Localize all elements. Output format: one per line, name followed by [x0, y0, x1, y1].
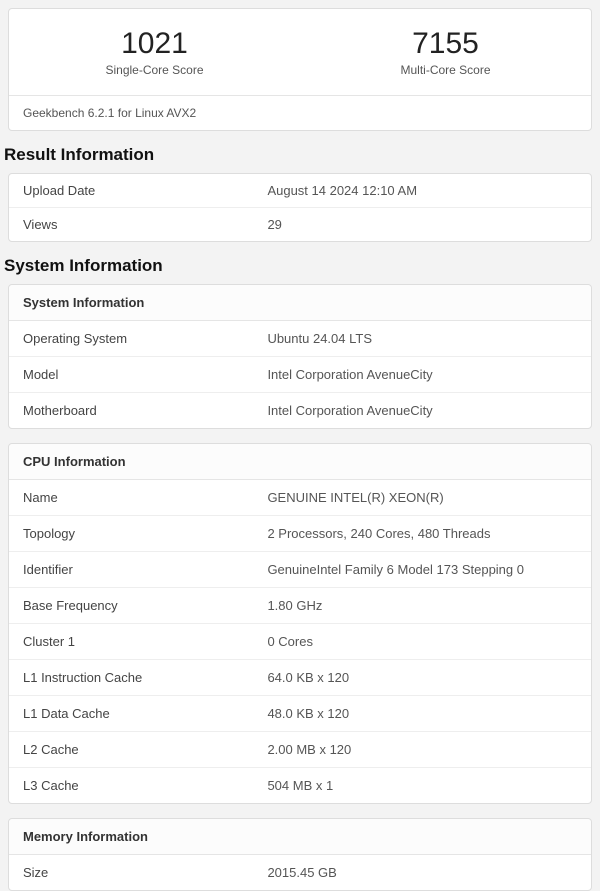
- cpu-key: L3 Cache: [9, 768, 253, 804]
- result-val: 29: [253, 208, 591, 242]
- memory-info-header: Memory Information: [9, 819, 591, 855]
- cpu-val: 504 MB x 1: [253, 768, 591, 804]
- sysinfo-key: Motherboard: [9, 393, 253, 429]
- cpu-key: Topology: [9, 516, 253, 552]
- result-key: Views: [9, 208, 253, 242]
- table-row: Views 29: [9, 208, 591, 242]
- table-row: Base Frequency1.80 GHz: [9, 588, 591, 624]
- cpu-info-panel: CPU Information NameGENUINE INTEL(R) XEO…: [8, 443, 592, 804]
- result-val: August 14 2024 12:10 AM: [253, 174, 591, 208]
- cpu-key: L1 Data Cache: [9, 696, 253, 732]
- cpu-key: Cluster 1: [9, 624, 253, 660]
- cpu-val: 0 Cores: [253, 624, 591, 660]
- system-info-table: Operating System Ubuntu 24.04 LTS Model …: [9, 321, 591, 428]
- cpu-info-header: CPU Information: [9, 444, 591, 480]
- version-note: Geekbench 6.2.1 for Linux AVX2: [9, 95, 591, 130]
- result-info-table: Upload Date August 14 2024 12:10 AM View…: [9, 174, 591, 241]
- memory-info-panel: Memory Information Size 2015.45 GB: [8, 818, 592, 891]
- cpu-key: Base Frequency: [9, 588, 253, 624]
- table-row: L2 Cache2.00 MB x 120: [9, 732, 591, 768]
- sysinfo-key: Model: [9, 357, 253, 393]
- scores-panel: 1021 Single-Core Score 7155 Multi-Core S…: [8, 8, 592, 131]
- cpu-val: 48.0 KB x 120: [253, 696, 591, 732]
- sysinfo-val: Intel Corporation AvenueCity: [253, 393, 591, 429]
- mem-val: 2015.45 GB: [253, 855, 591, 890]
- cpu-key: L2 Cache: [9, 732, 253, 768]
- system-info-header: System Information: [9, 285, 591, 321]
- sysinfo-val: Intel Corporation AvenueCity: [253, 357, 591, 393]
- section-title-result: Result Information: [4, 145, 600, 165]
- cpu-key: Identifier: [9, 552, 253, 588]
- cpu-val: 1.80 GHz: [253, 588, 591, 624]
- mem-key: Size: [9, 855, 253, 890]
- scores-row: 1021 Single-Core Score 7155 Multi-Core S…: [9, 9, 591, 95]
- table-row: L1 Instruction Cache64.0 KB x 120: [9, 660, 591, 696]
- table-row: IdentifierGenuineIntel Family 6 Model 17…: [9, 552, 591, 588]
- cpu-val: GenuineIntel Family 6 Model 173 Stepping…: [253, 552, 591, 588]
- multi-core-value: 7155: [300, 27, 591, 61]
- table-row: Upload Date August 14 2024 12:10 AM: [9, 174, 591, 208]
- cpu-val: GENUINE INTEL(R) XEON(R): [253, 480, 591, 516]
- table-row: L3 Cache504 MB x 1: [9, 768, 591, 804]
- table-row: L1 Data Cache48.0 KB x 120: [9, 696, 591, 732]
- cpu-key: Name: [9, 480, 253, 516]
- table-row: Motherboard Intel Corporation AvenueCity: [9, 393, 591, 429]
- system-info-panel: System Information Operating System Ubun…: [8, 284, 592, 429]
- table-row: Model Intel Corporation AvenueCity: [9, 357, 591, 393]
- cpu-val: 2 Processors, 240 Cores, 480 Threads: [253, 516, 591, 552]
- single-core-label: Single-Core Score: [9, 63, 300, 77]
- cpu-key: L1 Instruction Cache: [9, 660, 253, 696]
- table-row: Cluster 10 Cores: [9, 624, 591, 660]
- table-row: Operating System Ubuntu 24.04 LTS: [9, 321, 591, 357]
- table-row: Topology2 Processors, 240 Cores, 480 Thr…: [9, 516, 591, 552]
- memory-info-table: Size 2015.45 GB: [9, 855, 591, 890]
- result-info-panel: Upload Date August 14 2024 12:10 AM View…: [8, 173, 592, 242]
- cpu-val: 2.00 MB x 120: [253, 732, 591, 768]
- table-row: NameGENUINE INTEL(R) XEON(R): [9, 480, 591, 516]
- sysinfo-key: Operating System: [9, 321, 253, 357]
- multi-core-label: Multi-Core Score: [300, 63, 591, 77]
- multi-core-block: 7155 Multi-Core Score: [300, 27, 591, 77]
- single-core-block: 1021 Single-Core Score: [9, 27, 300, 77]
- table-row: Size 2015.45 GB: [9, 855, 591, 890]
- result-key: Upload Date: [9, 174, 253, 208]
- single-core-value: 1021: [9, 27, 300, 61]
- section-title-system: System Information: [4, 256, 600, 276]
- cpu-info-table: NameGENUINE INTEL(R) XEON(R) Topology2 P…: [9, 480, 591, 803]
- sysinfo-val: Ubuntu 24.04 LTS: [253, 321, 591, 357]
- cpu-val: 64.0 KB x 120: [253, 660, 591, 696]
